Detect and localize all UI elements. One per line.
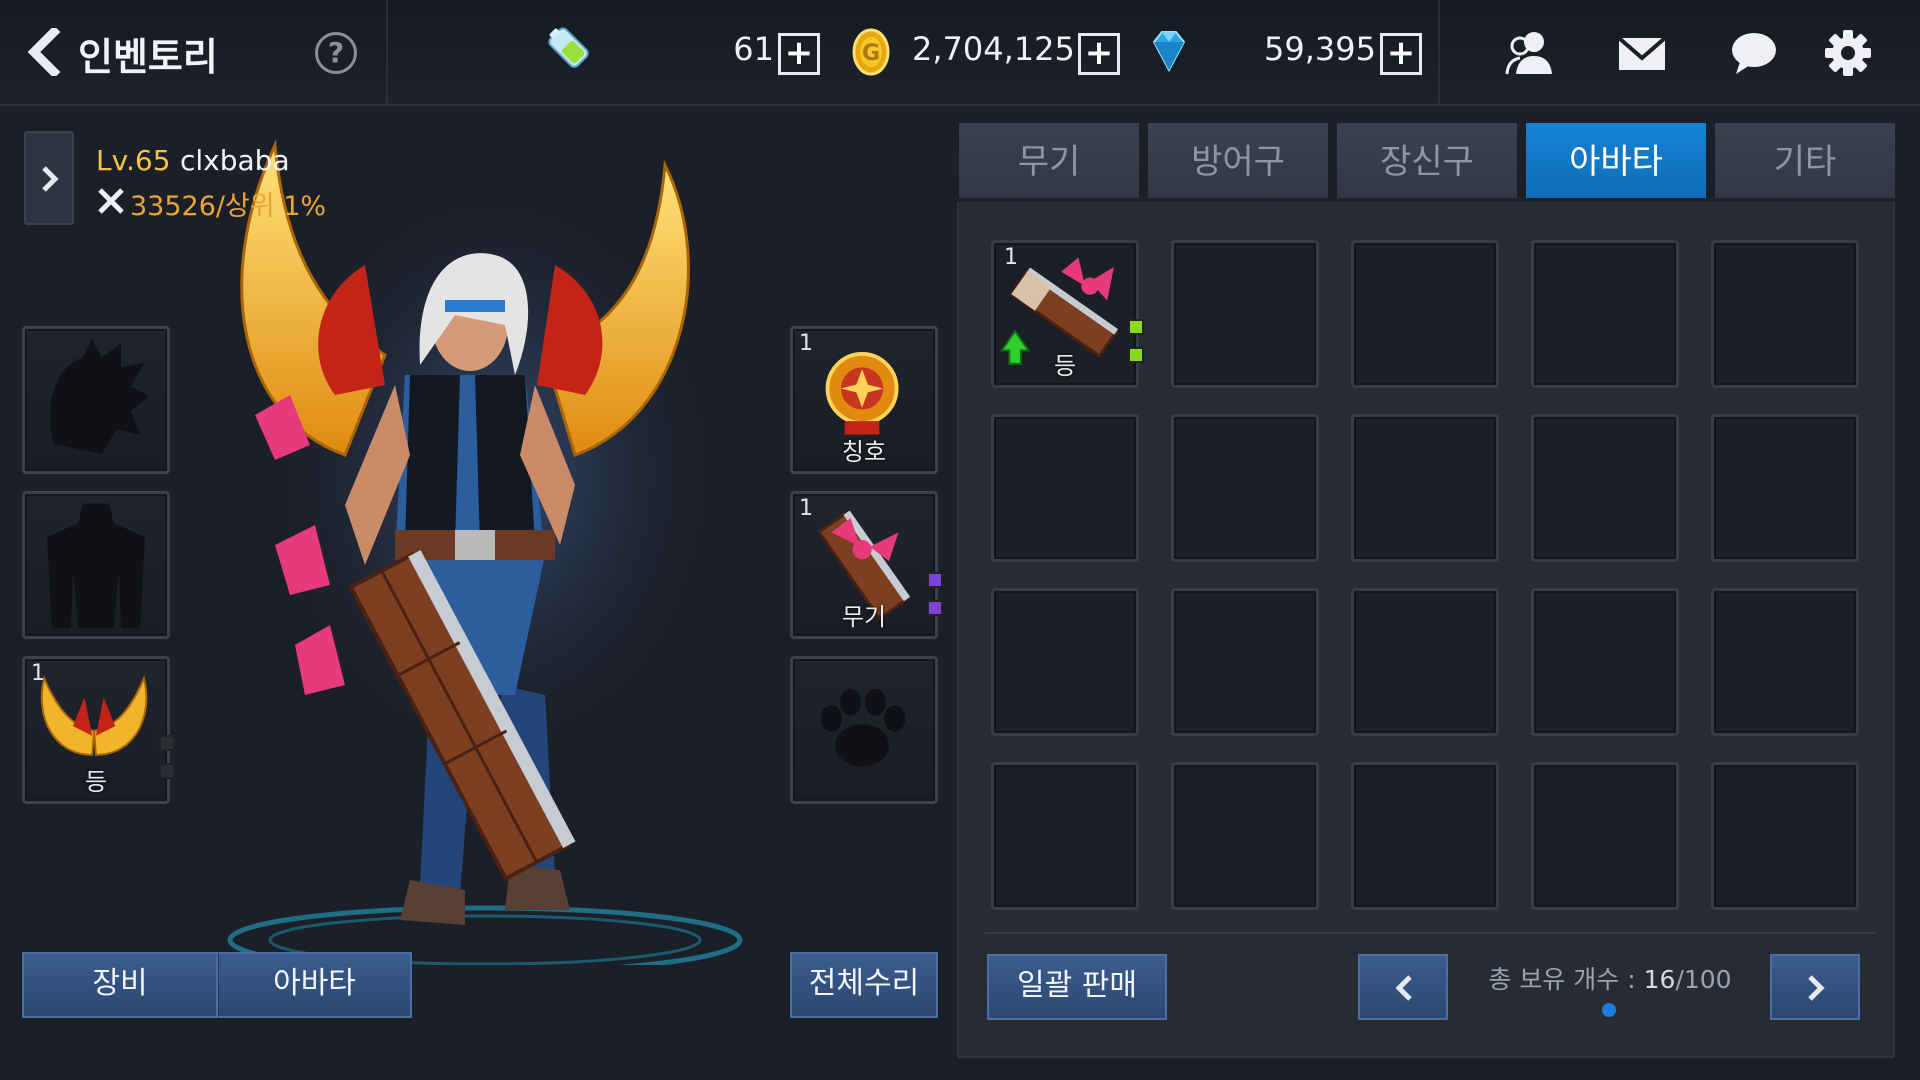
- green-socket-icon: [1128, 347, 1144, 363]
- item-count-summary: 총 보유 개수 : 16/100: [1480, 960, 1740, 996]
- settings-button[interactable]: [1822, 28, 1874, 78]
- repair-all-button[interactable]: 전체수리: [790, 952, 938, 1018]
- inventory-slot[interactable]: [1711, 414, 1859, 562]
- tab-accessory[interactable]: 장신구: [1337, 123, 1517, 201]
- gold-value: 2,704,125: [912, 30, 1075, 68]
- mail-button[interactable]: [1616, 28, 1668, 78]
- help-button[interactable]: ?: [315, 32, 357, 74]
- count-total: /100: [1675, 965, 1732, 994]
- mail-icon: [1617, 36, 1667, 70]
- inventory-slot[interactable]: [1531, 240, 1679, 388]
- item-count: 1: [799, 331, 813, 356]
- hair-silhouette-icon: [50, 338, 150, 454]
- slot-label: 칭호: [841, 438, 887, 466]
- back-button[interactable]: [24, 25, 68, 79]
- weapon-avatar-slot[interactable]: 1 무기: [790, 491, 943, 639]
- character-name: clxbaba: [180, 144, 290, 177]
- divider: [386, 0, 388, 106]
- equipment-tab-button[interactable]: 장비: [22, 952, 218, 1018]
- tab-avatar[interactable]: 아바타: [1526, 123, 1706, 201]
- power-ranking: 33526/상위 1%: [130, 191, 327, 222]
- battery-icon: [548, 27, 589, 68]
- divider: [1438, 0, 1440, 106]
- item-count: 1: [799, 496, 813, 521]
- empty-socket-icon: [159, 735, 175, 751]
- tab-etc[interactable]: 기타: [1715, 123, 1895, 201]
- paw-icon: [820, 688, 906, 767]
- inventory-slot[interactable]: [1171, 240, 1319, 388]
- item-label: 등: [1054, 352, 1077, 380]
- tab-armor[interactable]: 방어구: [1148, 123, 1328, 201]
- add-stamina-button[interactable]: +: [778, 33, 820, 75]
- item-count: 1: [31, 661, 45, 686]
- add-gem-button[interactable]: +: [1380, 33, 1422, 75]
- character-model: [215, 125, 755, 975]
- empty-socket-icon: [159, 763, 175, 779]
- count-current: 16: [1643, 965, 1676, 994]
- pet-slot[interactable]: [790, 656, 938, 804]
- prev-page-button[interactable]: [1358, 954, 1448, 1020]
- inventory-slot[interactable]: [1351, 414, 1499, 562]
- gem-value: 59,395: [1264, 30, 1376, 68]
- inventory-slot[interactable]: [991, 414, 1139, 562]
- inventory-slot[interactable]: [1171, 588, 1319, 736]
- friends-button[interactable]: [1504, 28, 1556, 78]
- inventory-slot[interactable]: 1 등: [991, 240, 1144, 388]
- inventory-slot[interactable]: [1711, 762, 1859, 910]
- tab-underline: [957, 198, 1895, 202]
- next-page-button[interactable]: [1770, 954, 1860, 1020]
- character-level: Lv.65: [96, 144, 171, 177]
- stamina-value: 61: [733, 30, 774, 68]
- title-slot[interactable]: 1 칭호: [790, 326, 938, 474]
- item-count: 1: [1004, 245, 1018, 270]
- chevron-right-icon: [1808, 975, 1825, 1001]
- friends-icon: [1505, 32, 1552, 75]
- inventory-slot[interactable]: [1531, 762, 1679, 910]
- avatar-tab-button[interactable]: 아바타: [218, 952, 412, 1018]
- purple-socket-icon: [927, 572, 943, 588]
- inventory-slot[interactable]: [991, 588, 1139, 736]
- back-avatar-slot[interactable]: 1 등: [22, 656, 175, 804]
- inventory-slot[interactable]: [1351, 588, 1499, 736]
- inventory-slot[interactable]: [1711, 588, 1859, 736]
- count-label: 총 보유 개수 :: [1488, 965, 1644, 994]
- inventory-slot[interactable]: [1351, 240, 1499, 388]
- page-title: 인벤토리: [78, 35, 218, 79]
- back-icon: [27, 25, 61, 79]
- tab-weapon[interactable]: 무기: [959, 123, 1139, 201]
- chat-icon: [1732, 33, 1776, 74]
- inventory-slot[interactable]: [1171, 414, 1319, 562]
- page-indicator-dot: [1602, 1003, 1616, 1017]
- inventory-slot[interactable]: [1531, 588, 1679, 736]
- chat-button[interactable]: [1728, 28, 1780, 78]
- inventory-slot[interactable]: [1171, 762, 1319, 910]
- slot-label: 등: [84, 768, 108, 796]
- purple-socket-icon: [927, 600, 943, 616]
- body-slot[interactable]: [22, 491, 170, 639]
- inventory-slot[interactable]: [1351, 762, 1499, 910]
- body-silhouette-icon: [47, 503, 145, 629]
- gear-icon: [1825, 30, 1871, 76]
- add-gold-button[interactable]: +: [1078, 33, 1120, 75]
- diamond-icon: [1152, 31, 1186, 73]
- top-bar: 인벤토리 ? 61 + G 2,704,125 + 59,395 +: [0, 0, 1920, 106]
- green-socket-icon: [1128, 319, 1144, 335]
- expand-button[interactable]: [24, 131, 74, 225]
- crossed-swords-icon: [98, 188, 124, 214]
- chevron-left-icon: [1395, 975, 1412, 1001]
- inventory-slot[interactable]: [991, 762, 1139, 910]
- svg-text:G: G: [862, 41, 880, 66]
- slot-label: 무기: [841, 603, 887, 631]
- bulk-sell-button[interactable]: 일괄 판매: [987, 954, 1167, 1020]
- hair-slot[interactable]: [22, 326, 170, 474]
- divider: [985, 932, 1875, 934]
- gold-coin-icon: G: [852, 28, 890, 76]
- chevron-right-icon: [42, 166, 59, 192]
- inventory-slot[interactable]: [1711, 240, 1859, 388]
- inventory-slot[interactable]: [1531, 414, 1679, 562]
